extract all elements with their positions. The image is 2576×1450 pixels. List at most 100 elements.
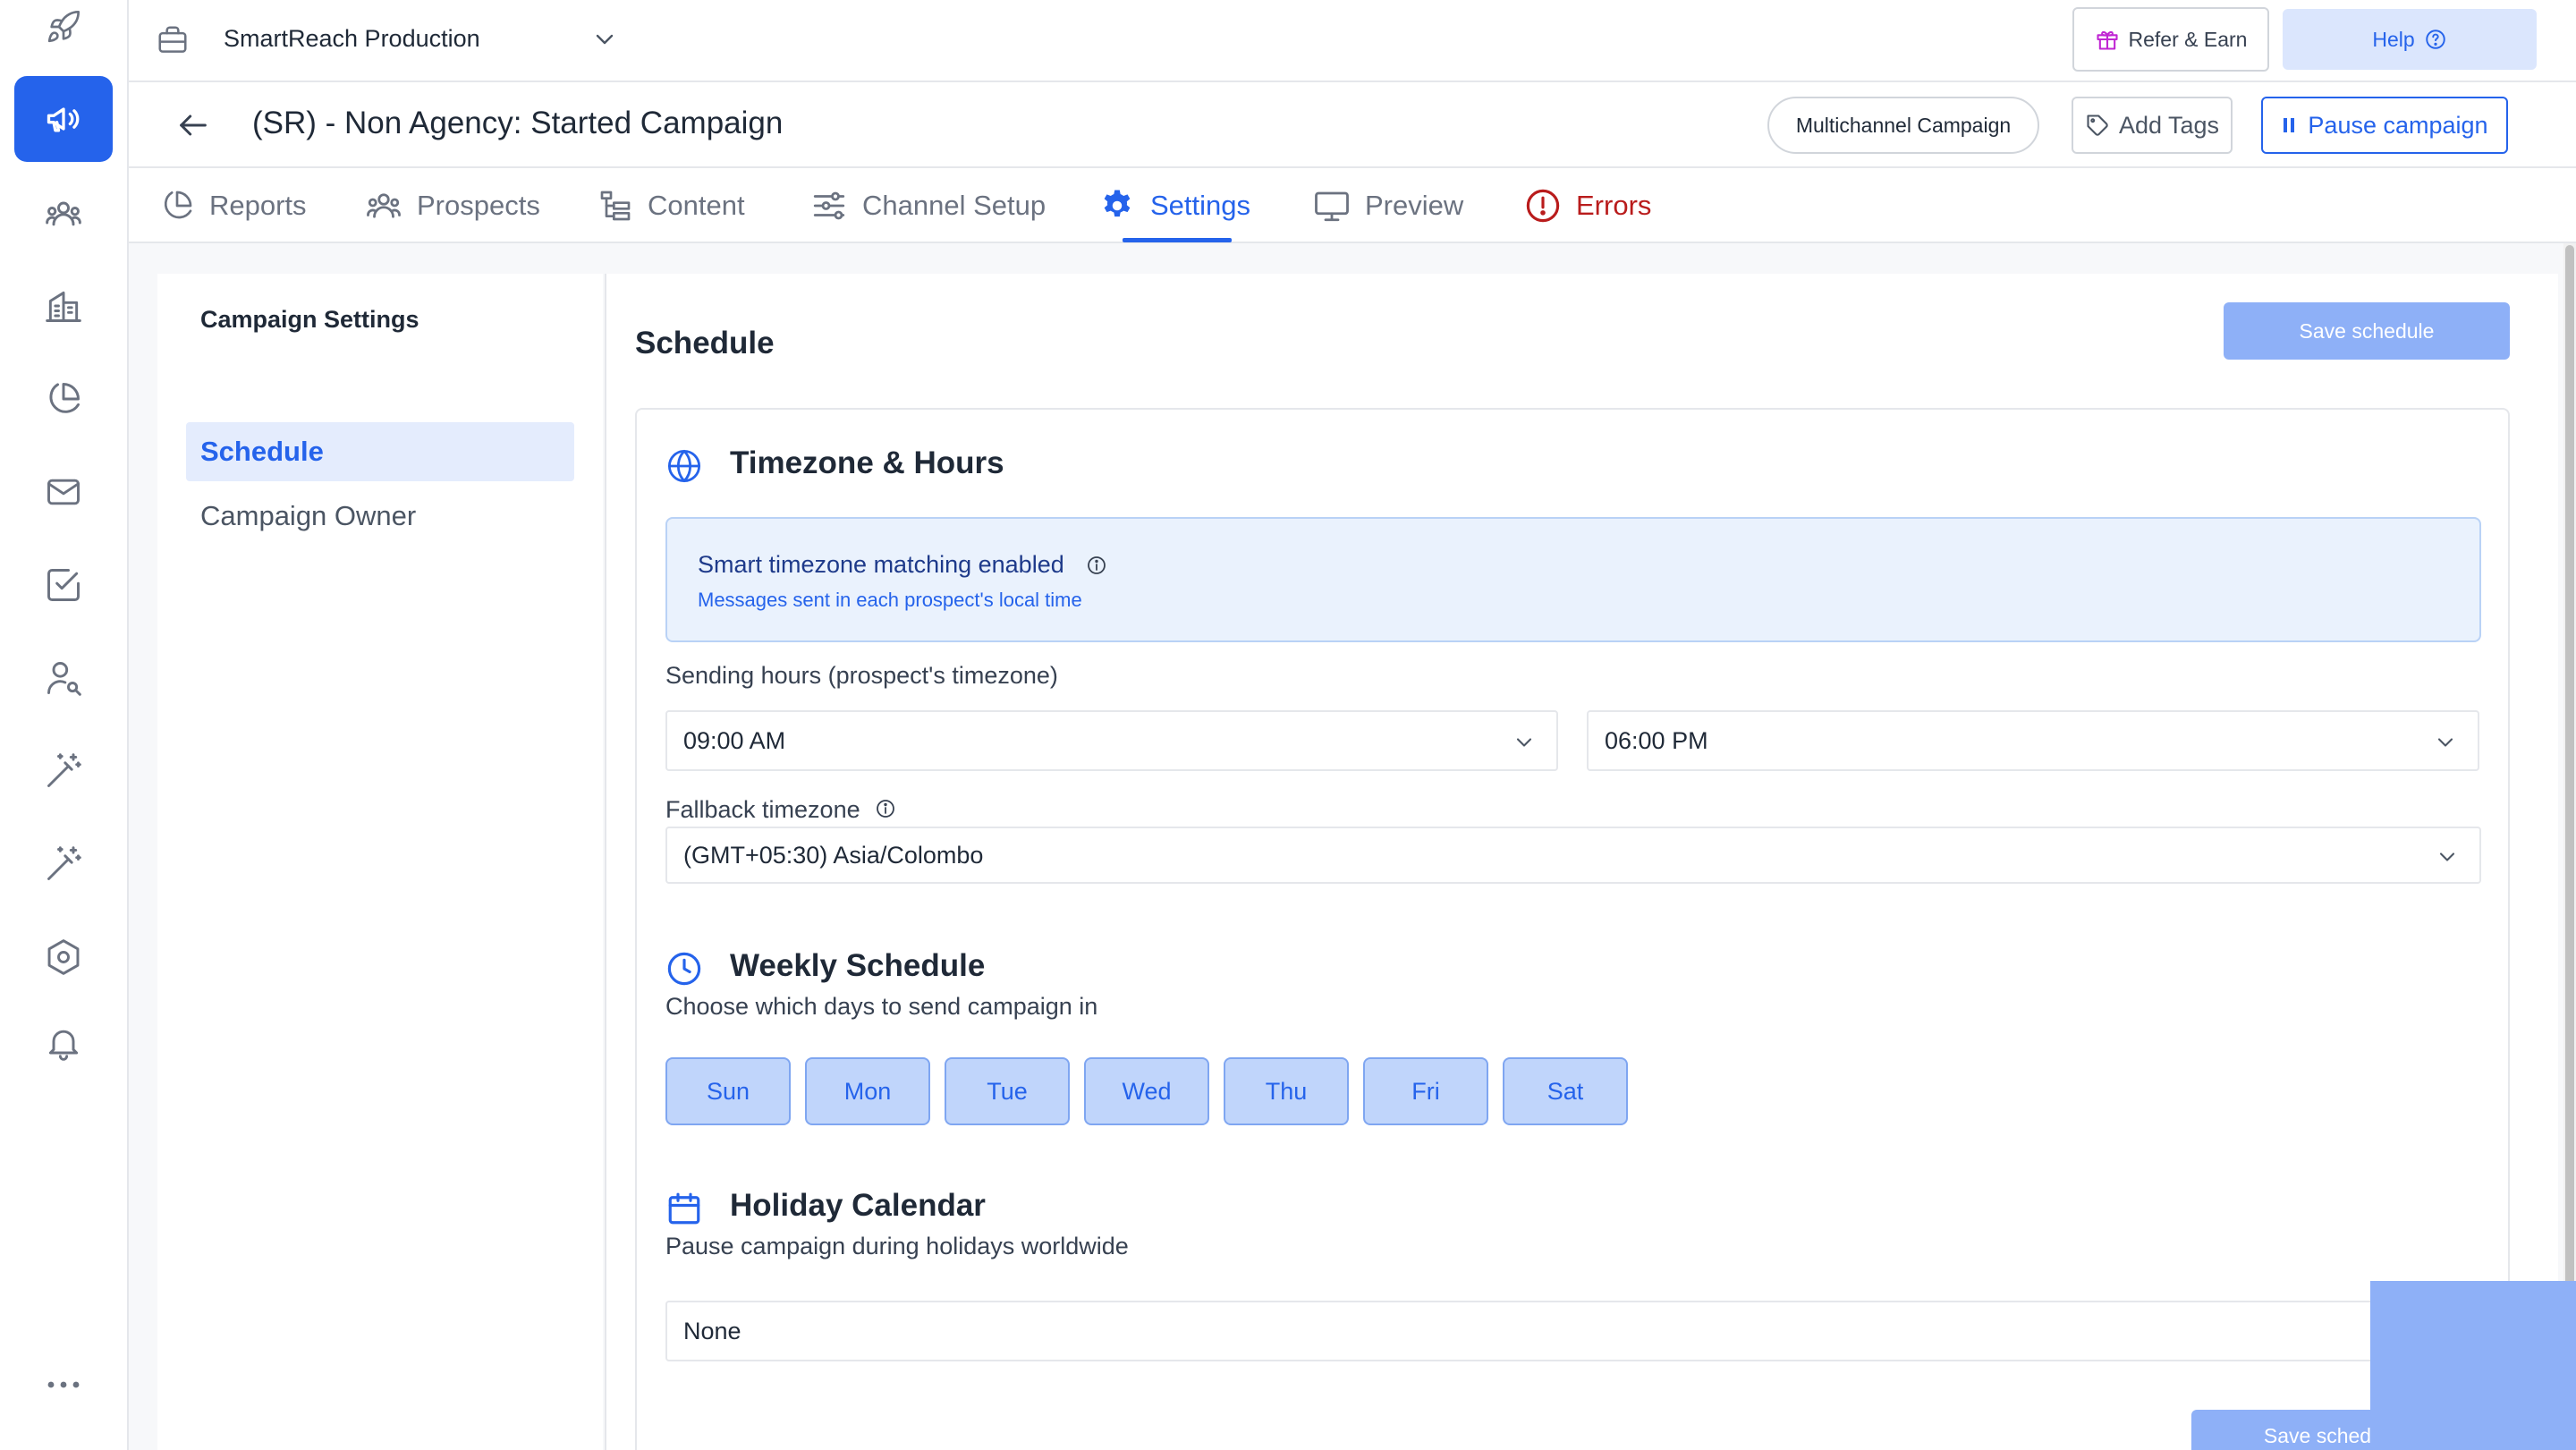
add-tags-button[interactable]: Add Tags: [2072, 97, 2233, 154]
info-icon[interactable]: [1086, 555, 1107, 576]
scrollbar-thumb[interactable]: [2565, 245, 2574, 1450]
sending-hours-label: Sending hours (prospect's timezone): [665, 662, 1058, 689]
tab-label: Prospects: [417, 190, 540, 221]
alert-circle-icon: [1524, 187, 1562, 225]
tab-label: Channel Setup: [862, 190, 1046, 221]
start-time-value: 09:00 AM: [683, 726, 786, 754]
tab-settings[interactable]: Settings: [1098, 168, 1250, 243]
pie-chart-icon: [159, 188, 195, 224]
magic-wand-icon[interactable]: [14, 728, 113, 814]
chevron-down-icon[interactable]: [590, 25, 619, 54]
pause-icon: [2281, 116, 2297, 134]
tab-label: Reports: [209, 190, 307, 221]
smart-timezone-info: Smart timezone matching enabled Messages…: [665, 517, 2481, 642]
end-time-value: 06:00 PM: [1605, 726, 1708, 754]
bell-icon[interactable]: [14, 1000, 113, 1086]
holiday-calendar-heading: Holiday Calendar: [730, 1188, 986, 1223]
question-circle-icon: [2424, 28, 2447, 51]
left-nav-rail: [0, 0, 129, 1450]
refer-earn-button[interactable]: Refer & Earn: [2072, 7, 2269, 72]
end-time-select[interactable]: 06:00 PM: [1587, 710, 2479, 771]
megaphone-icon[interactable]: [14, 76, 113, 162]
tab-label: Errors: [1576, 190, 1652, 221]
weekly-schedule-heading: Weekly Schedule: [730, 948, 986, 983]
gear-icon: [1098, 187, 1136, 225]
tab-preview[interactable]: Preview: [1313, 168, 1463, 243]
tab-reports[interactable]: Reports: [159, 168, 307, 243]
sidebar-item-schedule[interactable]: Schedule: [186, 422, 574, 481]
tab-label: Content: [648, 190, 745, 221]
schedule-card: Timezone & Hours Smart timezone matching…: [635, 408, 2510, 1450]
hexagon-settings-icon[interactable]: [14, 914, 113, 1000]
day-toggle-fri[interactable]: Fri: [1363, 1057, 1488, 1125]
clock-icon: [665, 950, 703, 988]
day-selector: Sun Mon Tue Wed Thu Fri Sat: [665, 1057, 1628, 1125]
tab-label: Preview: [1365, 190, 1464, 221]
multichannel-campaign-badge[interactable]: Multichannel Campaign: [1767, 97, 2039, 154]
mail-icon[interactable]: [14, 449, 113, 535]
tab-content[interactable]: Content: [597, 168, 745, 243]
chevron-down-icon: [2435, 844, 2460, 869]
timezone-heading: Timezone & Hours: [730, 445, 1004, 480]
active-tab-indicator: [1123, 238, 1232, 242]
back-arrow-icon[interactable]: [175, 107, 211, 143]
page-title: Schedule: [635, 326, 775, 360]
sidebar-title: Campaign Settings: [200, 306, 419, 333]
users-icon: [365, 187, 402, 225]
gift-icon: [2095, 27, 2120, 52]
save-schedule-bottom-button[interactable]: Save sched: [2191, 1410, 2444, 1450]
info-icon[interactable]: [875, 798, 896, 819]
holiday-calendar-subtitle: Pause campaign during holidays worldwide: [665, 1233, 1129, 1259]
settings-sidebar: Campaign Settings Schedule Campaign Owne…: [157, 274, 603, 1450]
holiday-calendar-select[interactable]: None: [665, 1301, 2481, 1361]
day-toggle-sun[interactable]: Sun: [665, 1057, 791, 1125]
more-icon[interactable]: [14, 1342, 113, 1428]
monitor-icon: [1313, 187, 1351, 225]
user-search-icon[interactable]: [14, 635, 113, 721]
content-tree-icon: [597, 188, 633, 224]
sliders-icon: [810, 187, 848, 225]
start-time-select[interactable]: 09:00 AM: [665, 710, 1558, 771]
day-toggle-tue[interactable]: Tue: [945, 1057, 1070, 1125]
tab-label: Settings: [1150, 190, 1251, 221]
day-toggle-wed[interactable]: Wed: [1084, 1057, 1209, 1125]
calendar-icon: [665, 1190, 703, 1227]
day-toggle-mon[interactable]: Mon: [805, 1057, 930, 1125]
campaign-tabs: Reports Prospects Content Channel Setup …: [129, 168, 2576, 243]
campaign-header: (SR) - Non Agency: Started Campaign Mult…: [129, 82, 2576, 168]
tab-channel-setup[interactable]: Channel Setup: [810, 168, 1046, 243]
chevron-down-icon: [2433, 730, 2458, 755]
globe-icon: [665, 447, 703, 485]
help-label: Help: [2372, 27, 2415, 51]
refer-earn-label: Refer & Earn: [2128, 27, 2248, 51]
day-toggle-thu[interactable]: Thu: [1224, 1057, 1349, 1125]
chevron-down-icon: [1512, 730, 1537, 755]
top-bar: SmartReach Production Refer & Earn Help: [129, 0, 2576, 82]
rocket-icon[interactable]: [14, 0, 113, 70]
info-title: Smart timezone matching enabled: [698, 551, 1064, 578]
multichannel-label: Multichannel Campaign: [1795, 113, 2012, 137]
help-button[interactable]: Help: [2283, 9, 2537, 70]
team-icon[interactable]: [14, 170, 113, 256]
fallback-timezone-select[interactable]: (GMT+05:30) Asia/Colombo: [665, 827, 2481, 884]
building-icon[interactable]: [14, 263, 113, 349]
pause-campaign-label: Pause campaign: [2308, 111, 2488, 139]
sidebar-item-campaign-owner[interactable]: Campaign Owner: [186, 487, 574, 546]
checkbox-icon[interactable]: [14, 542, 113, 628]
add-tags-label: Add Tags: [2118, 111, 2220, 139]
tab-prospects[interactable]: Prospects: [365, 168, 540, 243]
weekly-schedule-subtitle: Choose which days to send campaign in: [665, 993, 1098, 1020]
save-schedule-button[interactable]: Save schedule: [2224, 302, 2510, 360]
schedule-panel: Schedule Save schedule Timezone & Hours …: [605, 274, 2558, 1450]
info-subtitle: Messages sent in each prospect's local t…: [698, 589, 1082, 611]
fallback-timezone-label: Fallback timezone: [665, 796, 860, 823]
pie-chart-icon[interactable]: [14, 356, 113, 442]
pause-campaign-button[interactable]: Pause campaign: [2261, 97, 2508, 154]
fallback-timezone-value: (GMT+05:30) Asia/Colombo: [683, 841, 984, 869]
briefcase-icon: [156, 23, 190, 57]
magic-wand-icon[interactable]: [14, 821, 113, 907]
tab-errors[interactable]: Errors: [1524, 168, 1651, 243]
workspace-name[interactable]: SmartReach Production: [224, 25, 480, 53]
day-toggle-sat[interactable]: Sat: [1503, 1057, 1628, 1125]
campaign-title[interactable]: (SR) - Non Agency: Started Campaign: [252, 106, 789, 141]
